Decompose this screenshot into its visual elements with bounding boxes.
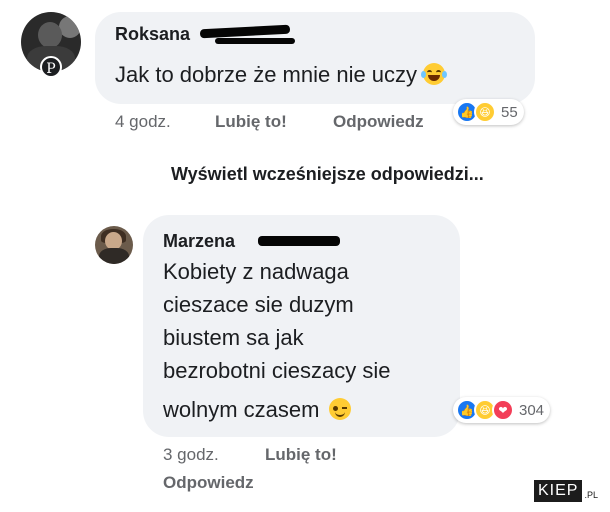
view-previous-replies-link[interactable]: Wyświetl wcześniejsze odpowiedzi... bbox=[171, 164, 484, 185]
comment-line-last: wolnym czasem bbox=[163, 393, 448, 426]
reply-link[interactable]: Odpowiedz bbox=[163, 473, 254, 493]
comment-line: biustem sa jak bbox=[163, 325, 304, 350]
avatar-background bbox=[59, 16, 81, 38]
comment-time[interactable]: 4 godz. bbox=[115, 112, 171, 132]
profile-badge: P bbox=[40, 56, 62, 78]
watermark-suffix: .PL bbox=[584, 490, 598, 500]
comment-author[interactable]: Roksana bbox=[115, 24, 190, 45]
comment-line: bezrobotni cieszacy sie bbox=[163, 358, 391, 383]
redaction-bar bbox=[258, 236, 340, 246]
winking-face-emoji-icon bbox=[329, 398, 352, 420]
haha-reaction-icon: 😆 bbox=[474, 101, 496, 123]
reaction-count: 304 bbox=[519, 401, 545, 419]
reactions-summary[interactable]: 👍 😆 55 bbox=[453, 99, 524, 125]
reactions-summary[interactable]: 👍 😆 ❤ 304 bbox=[453, 397, 551, 423]
comment-time[interactable]: 3 godz. bbox=[163, 445, 219, 465]
avatar-body bbox=[99, 248, 129, 264]
comment-line: wolnym czasem bbox=[163, 397, 320, 422]
watermark-logo: KIEP .PL bbox=[534, 480, 598, 502]
avatar-head bbox=[38, 22, 62, 48]
comment-author[interactable]: Marzena bbox=[163, 231, 235, 252]
comment-text: Kobiety z nadwaga cieszace sie duzym biu… bbox=[163, 255, 448, 426]
watermark-text: KIEP bbox=[534, 480, 583, 502]
tears-of-joy-emoji-icon bbox=[421, 63, 448, 85]
reply-link[interactable]: Odpowiedz bbox=[333, 112, 424, 132]
avatar-marzena[interactable] bbox=[95, 226, 133, 264]
comment-text-content: Jak to dobrze że mnie nie uczy bbox=[115, 62, 418, 87]
comment-line: Kobiety z nadwaga bbox=[163, 259, 349, 284]
comment-line: cieszace sie duzym bbox=[163, 292, 354, 317]
like-link[interactable]: Lubię to! bbox=[265, 445, 337, 465]
love-reaction-icon: ❤ bbox=[492, 399, 514, 421]
reaction-count: 55 bbox=[501, 103, 518, 121]
like-link[interactable]: Lubię to! bbox=[215, 112, 287, 132]
comment-text: Jak to dobrze że mnie nie uczy bbox=[115, 58, 448, 91]
redaction-bar bbox=[215, 38, 295, 44]
